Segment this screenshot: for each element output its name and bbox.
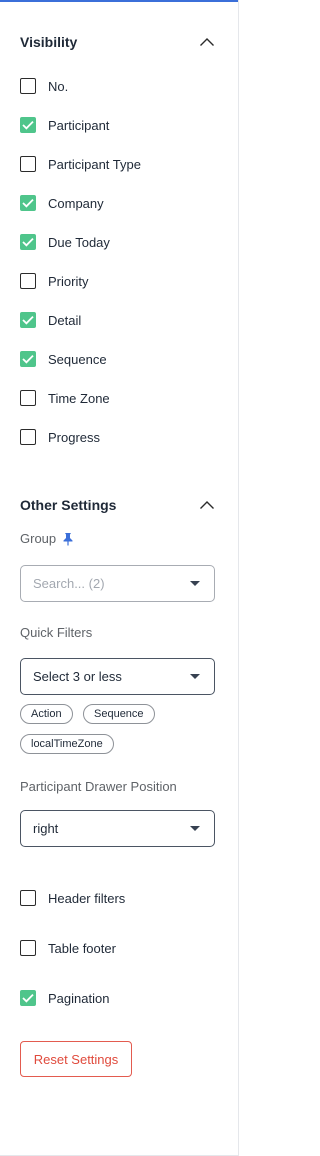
caret-down-icon — [190, 674, 200, 679]
drawer-position-value: right — [33, 821, 59, 836]
table-footer-checkbox[interactable]: Table footer — [20, 937, 116, 959]
checkbox-unchecked-icon[interactable] — [20, 390, 36, 406]
other-settings-section-header[interactable]: Other Settings — [20, 494, 216, 516]
checkbox-unchecked-icon[interactable] — [20, 78, 36, 94]
visibility-option-priority[interactable]: Priority — [20, 270, 88, 292]
visibility-option-participant-type[interactable]: Participant Type — [20, 153, 141, 175]
checkbox-label: Sequence — [48, 351, 107, 367]
visibility-option-participant[interactable]: Participant — [20, 114, 109, 136]
checkbox-label: Time Zone — [48, 390, 110, 406]
group-search-select[interactable]: Search... (2) — [20, 565, 215, 602]
checkbox-checked-icon[interactable] — [20, 234, 36, 250]
checkbox-label: Progress — [48, 429, 101, 445]
checkbox-checked-icon[interactable] — [20, 117, 36, 133]
chevron-up-icon[interactable] — [198, 496, 216, 514]
checkbox-checked-icon[interactable] — [20, 990, 36, 1006]
visibility-option-company[interactable]: Company — [20, 192, 104, 214]
chevron-up-icon[interactable] — [198, 33, 216, 51]
checkbox-label: Company — [48, 195, 104, 211]
visibility-option-no[interactable]: No. — [20, 75, 68, 97]
checkbox-checked-icon[interactable] — [20, 312, 36, 328]
checkbox-label: Detail — [48, 312, 82, 328]
quick-filters-select[interactable]: Select 3 or less — [20, 658, 215, 695]
other-settings-section-title: Other Settings — [20, 497, 117, 513]
checkbox-label: Participant — [48, 117, 110, 133]
checkbox-checked-icon[interactable] — [20, 351, 36, 367]
checkbox-label: Due Today — [48, 234, 110, 250]
pagination-checkbox[interactable]: Pagination — [20, 987, 109, 1009]
group-label: Group — [20, 531, 74, 546]
header-filters-checkbox[interactable]: Header filters — [20, 887, 125, 909]
visibility-section-header[interactable]: Visibility — [20, 31, 216, 53]
quick-filters-label: Quick Filters — [20, 625, 93, 640]
visibility-option-progress[interactable]: Progress — [20, 426, 100, 448]
checkbox-unchecked-icon[interactable] — [20, 273, 36, 289]
quick-filters-placeholder: Select 3 or less — [33, 669, 122, 684]
checkbox-unchecked-icon[interactable] — [20, 429, 36, 445]
checkbox-unchecked-icon[interactable] — [20, 940, 36, 956]
group-search-placeholder: Search... (2) — [33, 576, 105, 591]
visibility-option-time-zone[interactable]: Time Zone — [20, 387, 110, 409]
visibility-option-detail[interactable]: Detail — [20, 309, 81, 331]
chip-sequence[interactable]: Sequence — [83, 704, 155, 724]
checkbox-unchecked-icon[interactable] — [20, 890, 36, 906]
checkbox-label: No. — [48, 78, 69, 94]
drawer-position-select[interactable]: right — [20, 810, 215, 847]
visibility-option-sequence[interactable]: Sequence — [20, 348, 107, 370]
checkbox-label: Pagination — [48, 990, 110, 1006]
checkbox-label: Participant Type — [48, 156, 141, 172]
caret-down-icon — [190, 581, 200, 586]
checkbox-unchecked-icon[interactable] — [20, 156, 36, 172]
top-accent-bar — [0, 0, 239, 2]
panel-divider — [238, 0, 239, 1156]
drawer-position-label: Participant Drawer Position — [20, 779, 177, 794]
visibility-option-due-today[interactable]: Due Today — [20, 231, 110, 253]
checkbox-label: Header filters — [48, 890, 126, 906]
chip-action[interactable]: Action — [20, 704, 73, 724]
caret-down-icon — [190, 826, 200, 831]
chip-localtimezone[interactable]: localTimeZone — [20, 734, 114, 754]
group-label-text: Group — [20, 531, 57, 546]
reset-settings-button[interactable]: Reset Settings — [20, 1041, 132, 1077]
checkbox-label: Priority — [48, 273, 89, 289]
visibility-section-title: Visibility — [20, 34, 78, 50]
pin-icon[interactable] — [62, 532, 74, 546]
checkbox-label: Table footer — [48, 940, 116, 956]
checkbox-checked-icon[interactable] — [20, 195, 36, 211]
